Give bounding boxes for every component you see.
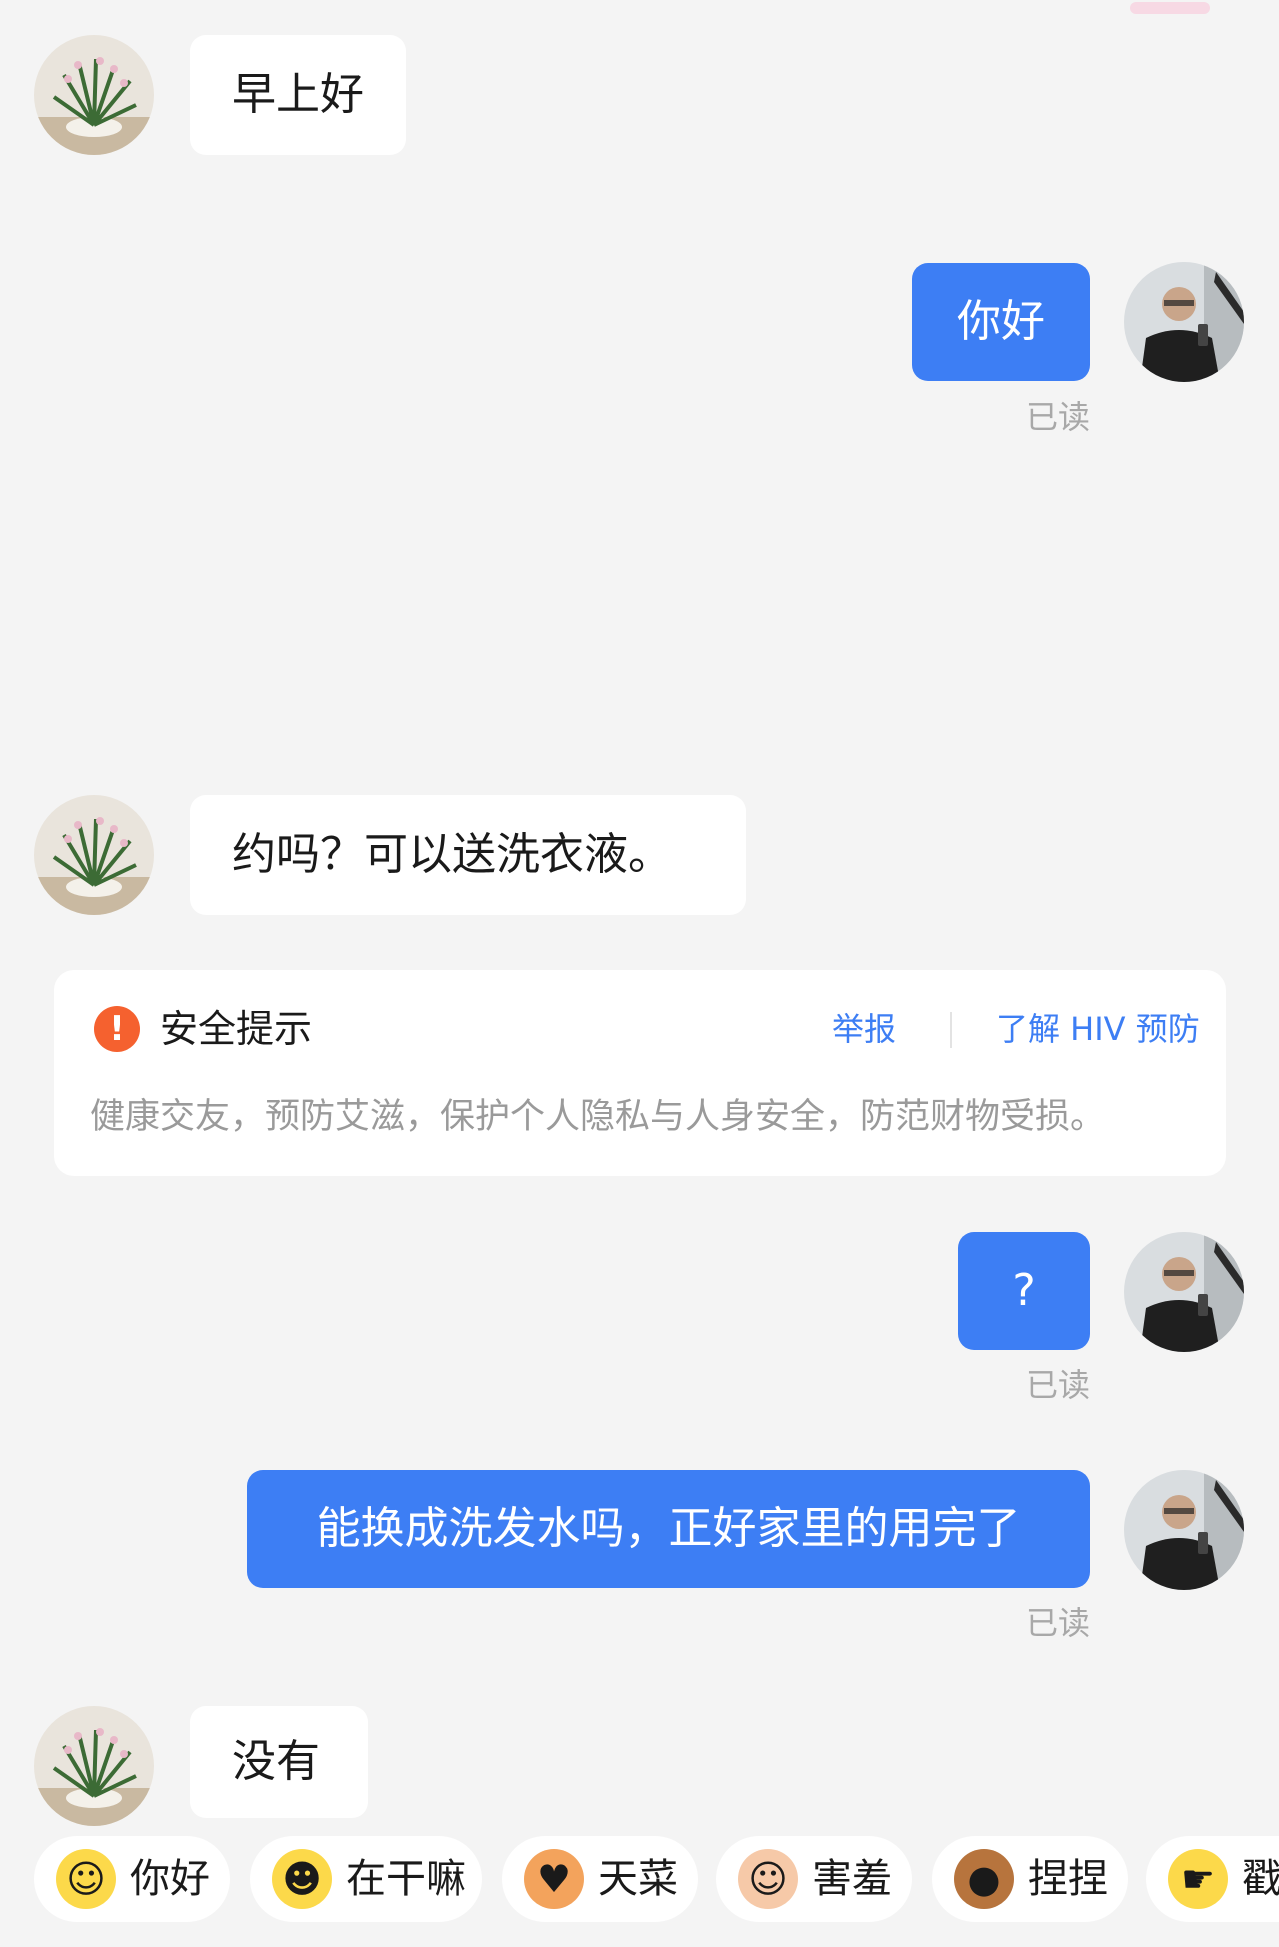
quick-reply-label: 戳 <box>1242 1856 1279 1902</box>
bear-emoji-icon: ● <box>954 1849 1014 1909</box>
incoming-message[interactable]: 没有 <box>190 1706 368 1818</box>
selfie-avatar-image <box>1124 1232 1244 1352</box>
read-status: 已读 <box>1025 1604 1090 1642</box>
outgoing-message[interactable]: 你好 <box>912 263 1090 381</box>
quick-reply-chip[interactable]: ☻ 在干嘛 <box>250 1836 482 1922</box>
quick-reply-bar: ☺ 你好 ☻ 在干嘛 ♥ 天菜 ☺ 害羞 ● 捏捏 ☛ 戳 <box>0 1822 1279 1947</box>
orchid-avatar-image <box>34 35 154 155</box>
read-status: 已读 <box>1025 398 1090 436</box>
quick-reply-label: 捏捏 <box>1028 1856 1108 1902</box>
quick-reply-label: 在干嘛 <box>346 1856 466 1902</box>
safety-tip-title: 安全提示 <box>160 1007 313 1051</box>
orchid-avatar-image <box>34 795 154 915</box>
incoming-message[interactable]: 早上好 <box>190 35 406 155</box>
peek-emoji-icon: ☻ <box>272 1849 332 1909</box>
contact-avatar[interactable] <box>34 1706 154 1826</box>
safety-tip-card: ! 安全提示 举报 了解 HIV 预防 健康交友，预防艾滋，保护个人隐私与人身安… <box>54 970 1226 1176</box>
report-link[interactable]: 举报 <box>832 1002 896 1056</box>
my-avatar[interactable] <box>1124 1470 1244 1590</box>
my-avatar[interactable] <box>1124 1232 1244 1352</box>
selfie-avatar-image <box>1124 1470 1244 1590</box>
dog-emoji-icon: ♥ <box>524 1849 584 1909</box>
outgoing-message[interactable]: ? <box>958 1232 1090 1350</box>
read-status: 已读 <box>1025 1366 1090 1404</box>
warning-icon: ! <box>94 1006 140 1052</box>
quick-reply-chip[interactable]: ☺ 你好 <box>34 1836 230 1922</box>
contact-avatar[interactable] <box>34 35 154 155</box>
my-avatar[interactable] <box>1124 262 1244 382</box>
contact-avatar[interactable] <box>34 795 154 915</box>
hiv-prevention-link[interactable]: 了解 HIV 预防 <box>996 1002 1200 1056</box>
link-divider <box>950 1012 952 1048</box>
outgoing-message[interactable]: 能换成洗发水吗，正好家里的用完了 <box>247 1470 1090 1588</box>
hi-emoji-icon: ☺ <box>56 1849 116 1909</box>
point-emoji-icon: ☛ <box>1168 1849 1228 1909</box>
top-edge-fragment <box>1130 2 1210 14</box>
quick-reply-label: 害羞 <box>812 1856 892 1902</box>
quick-reply-chip[interactable]: ☺ 害羞 <box>716 1836 912 1922</box>
orchid-avatar-image <box>34 1706 154 1826</box>
quick-reply-chip[interactable]: ☛ 戳 <box>1146 1836 1279 1922</box>
quick-reply-label: 你好 <box>130 1856 210 1902</box>
selfie-avatar-image <box>1124 262 1244 382</box>
quick-reply-chip[interactable]: ● 捏捏 <box>932 1836 1128 1922</box>
quick-reply-chip[interactable]: ♥ 天菜 <box>502 1836 698 1922</box>
quick-reply-label: 天菜 <box>598 1856 678 1902</box>
safety-tip-text: 健康交友，预防艾滋，保护个人隐私与人身安全，防范财物受损。 <box>90 1097 1106 1137</box>
shy-emoji-icon: ☺ <box>738 1849 798 1909</box>
incoming-message[interactable]: 约吗？可以送洗衣液。 <box>190 795 746 915</box>
